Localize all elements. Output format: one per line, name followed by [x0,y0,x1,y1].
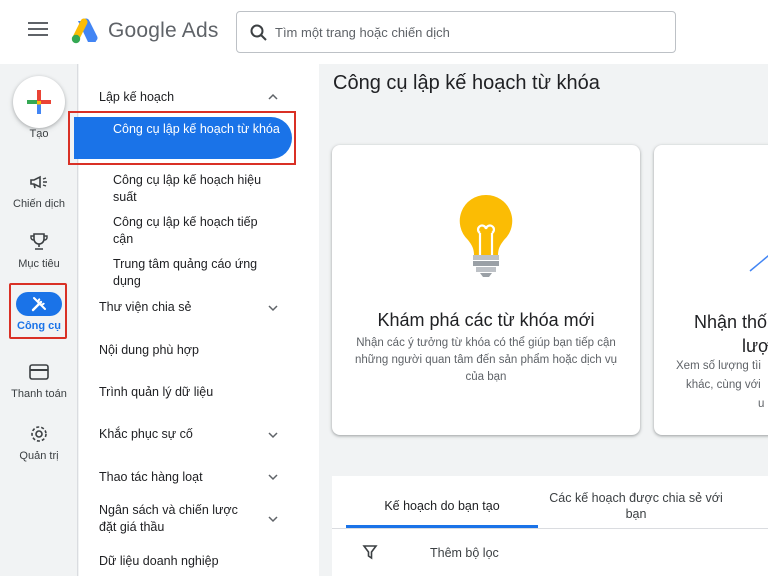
trophy-icon [30,233,48,250]
nav-section-label: Nội dung phù hợp [99,343,199,357]
card-title-line: Nhận thố [694,312,768,332]
rail-label-billing: Thanh toán [11,388,67,400]
rail-item-admin[interactable]: Quản trị [0,422,78,462]
credit-card-icon [29,364,49,380]
gear-icon [31,426,47,442]
card-title-line: lượ [742,336,768,356]
top-bar: Google Ads [0,0,768,64]
google-ads-logo-icon[interactable] [70,18,100,46]
nav-section-label: Thao tác hàng loạt [99,470,203,484]
nav-section-label: Thư viện chia sẻ [99,300,192,314]
discover-keywords-card[interactable]: Khám phá các từ khóa mới Nhận các ý tưởn… [332,145,640,435]
brand-name: Google Ads [108,19,219,42]
menu-icon[interactable] [28,22,48,42]
tab-divider [332,528,768,529]
trend-line-icon [749,255,768,272]
chevron-down-icon[interactable] [267,513,279,525]
nav-section-label: Khắc phục sự cố [99,427,193,441]
rail-item-goals[interactable]: Mục tiêu [0,230,78,270]
nav-section-data-manager[interactable]: Trình quản lý dữ liệu [99,384,299,401]
plans-panel: Kế hoạch do bạn tạo Các kế hoạch được ch… [332,476,768,576]
search-box[interactable] [236,11,676,53]
card-title: Nhận thố lượ [694,310,768,358]
card-desc-line: u [758,398,765,410]
nav-item-app-advertising-hub[interactable]: Trung tâm quảng cáo ứng dụng [113,256,273,290]
tab-label: Các kế hoạch được chia sẻ với bạn [549,491,723,521]
nav-section-label: Ngân sách và chiến lược đặt giá thầu [99,503,238,534]
get-search-volume-card[interactable]: Nhận thố lượ Xem số lượng tìi khác, cùng… [654,145,768,435]
chevron-down-icon[interactable] [267,429,279,441]
plus-icon-vertical [37,90,41,114]
nav-item-label: Trung tâm quảng cáo ứng dụng [113,257,258,288]
rail-item-billing[interactable]: Thanh toán [0,360,78,400]
rail-label-admin: Quản trị [19,450,59,462]
nav-item-performance-planner[interactable]: Công cụ lập kế hoạch hiệu suất [113,172,273,206]
left-rail: Tạo Chiến dịch Mục tiêu Công cụ Thanh to… [0,64,78,576]
nav-item-label: Công cụ lập kế hoạch tiếp cận [113,215,258,246]
rail-label-goals: Mục tiêu [18,258,60,270]
nav-section-label: Trình quản lý dữ liệu [99,385,214,399]
add-filter-button[interactable]: Thêm bộ lọc [430,546,499,560]
card-description: Xem số lượng tìi khác, cùng với u [676,357,764,414]
card-title: Khám phá các từ khóa mới [377,310,595,330]
card-desc-line: Xem số lượng tìi [676,360,761,372]
tab-created-plans[interactable]: Kế hoạch do bạn tạo [346,476,538,528]
create-button[interactable] [13,76,65,128]
nav-section-content-suitability[interactable]: Nội dung phù hợp [99,342,299,359]
megaphone-icon [30,175,47,189]
tools-highlight-box [9,283,67,339]
chevron-up-icon[interactable] [267,91,279,103]
nav-section-business-data[interactable]: Dữ liệu doanh nghiệp [99,553,299,570]
card-desc-line: khác, cùng với [686,379,761,391]
lightbulb-icon [459,194,513,277]
nav-item-label: Công cụ lập kế hoạch hiệu suất [113,173,262,204]
nav-section-label: Lập kế hoạch [99,90,175,104]
chevron-down-icon[interactable] [267,302,279,314]
nav-item-reach-planner[interactable]: Công cụ lập kế hoạch tiếp cận [113,214,273,248]
card-description: Nhận các ý tưởng từ khóa có thể giúp bạn… [354,337,618,383]
chevron-down-icon[interactable] [267,471,279,483]
page-title: Công cụ lập kế hoạch từ khóa [333,72,600,94]
tab-label: Kế hoạch do bạn tạo [384,499,500,513]
keyword-planner-highlight-box [68,111,296,165]
rail-item-campaigns[interactable]: Chiến dịch [0,170,78,210]
rail-label-create: Tạo [29,128,49,140]
rail-label-campaigns: Chiến dịch [13,198,65,210]
rail-item-create[interactable]: Tạo [0,128,78,140]
search-input[interactable] [275,20,665,44]
filter-icon[interactable] [362,544,378,560]
nav-section-budgets-bidding[interactable]: Ngân sách và chiến lược đặt giá thầu [99,502,249,536]
nav-section-label: Dữ liệu doanh nghiệp [99,554,219,568]
search-icon [250,24,267,41]
tab-shared-plans[interactable]: Các kế hoạch được chia sẻ với bạn [538,476,734,528]
